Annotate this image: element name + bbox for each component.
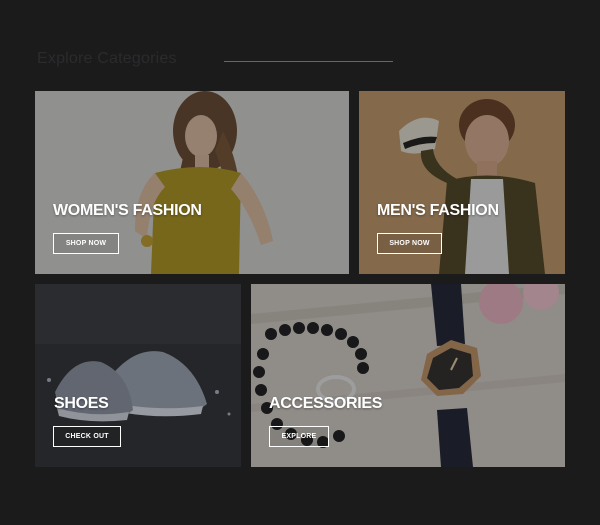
category-label: MEN'S FASHION	[377, 202, 499, 219]
section-header: Explore Categories	[37, 46, 397, 74]
explore-button[interactable]: EXPLORE	[269, 426, 329, 447]
shop-now-button[interactable]: SHOP NOW	[53, 233, 119, 254]
category-label: WOMEN'S FASHION	[53, 202, 202, 219]
section-title: Explore Categories	[37, 50, 177, 67]
category-tile-womens-fashion[interactable]: WOMEN'S FASHION SHOP NOW	[35, 91, 349, 274]
category-label: SHOES	[54, 395, 109, 412]
category-tile-shoes[interactable]: SHOES CHECK OUT	[35, 284, 241, 467]
shop-now-button[interactable]: SHOP NOW	[377, 233, 442, 254]
title-divider	[224, 61, 393, 62]
category-label: ACCESSORIES	[269, 395, 383, 412]
category-tile-accessories[interactable]: ACCESSORIES EXPLORE	[251, 284, 565, 467]
check-out-button[interactable]: CHECK OUT	[53, 426, 121, 447]
category-tile-mens-fashion[interactable]: MEN'S FASHION SHOP NOW	[359, 91, 565, 274]
